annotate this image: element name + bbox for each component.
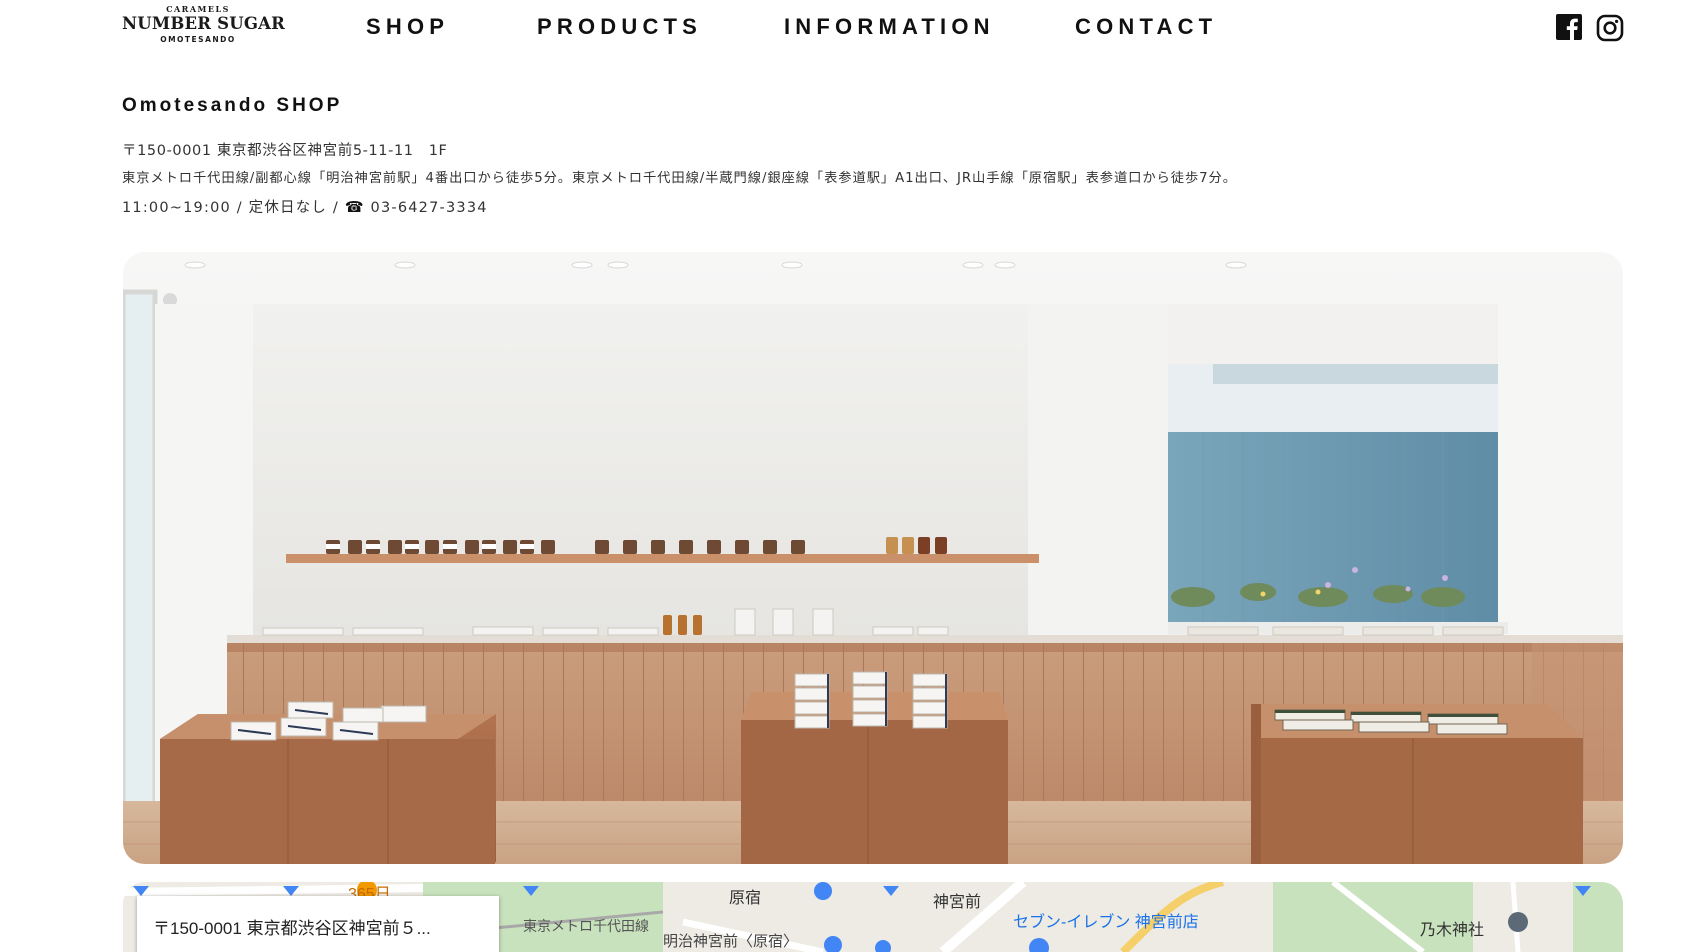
facebook-icon[interactable] [1556, 14, 1582, 40]
shop-hours-line: 11:00~19:00 / 定休日なし / ☎ 03-6427-3334 [122, 196, 488, 217]
nav-contact[interactable]: CONTACT [1075, 14, 1217, 40]
brand-logo[interactable]: CARAMELS NUMBER SUGAR OMOTESANDO [122, 4, 286, 54]
shop-phone[interactable]: 03-6427-3334 [371, 200, 488, 216]
map-address: 〒150-0001 東京都渋谷区神宮前５... [153, 919, 431, 938]
map-address-card[interactable]: 〒150-0001 東京都渋谷区神宮前５... [137, 896, 499, 952]
shop-title: Omotesando SHOP [122, 95, 343, 116]
map-label-harajuku: 原宿 [729, 890, 762, 907]
shop-hours: 11:00~19:00 / 定休日なし / [122, 200, 345, 216]
logo-bottom-text: OMOTESANDO [160, 35, 236, 44]
shop-access: 東京メトロ千代田線/副都心線「明治神宮前駅」4番出口から徒歩5分。東京メトロ千代… [122, 171, 1237, 186]
logo-top-text: CARAMELS [166, 4, 230, 14]
map-label-meiji-jingumae: 明治神宮前〈原宿〉 [663, 933, 799, 950]
map-label-nogi-shrine: 乃木神社 [1420, 922, 1485, 939]
nav-products[interactable]: PRODUCTS [537, 14, 702, 40]
instagram-icon[interactable] [1596, 14, 1624, 42]
nav-information[interactable]: INFORMATION [784, 14, 995, 40]
shop-address: 〒150-0001 東京都渋谷区神宮前5-11-11 1F [122, 143, 448, 159]
phone-icon: ☎ [344, 198, 365, 216]
map-label-jingumae: 神宮前 [933, 894, 982, 911]
logo-main-text: NUMBER SUGAR [122, 14, 286, 33]
nav-shop[interactable]: SHOP [366, 14, 449, 40]
map-label-seven-eleven: セブン-イレブン 神宮前店 [1013, 914, 1199, 931]
google-map[interactable]: 365日 原宿 神宮前 セブン-イレブン 神宮前店 乃木神社 東京メトロ千代田線… [123, 882, 1623, 952]
map-label-chiyoda-line: 東京メトロ千代田線 [523, 918, 649, 934]
store-interior-photo [123, 252, 1623, 864]
